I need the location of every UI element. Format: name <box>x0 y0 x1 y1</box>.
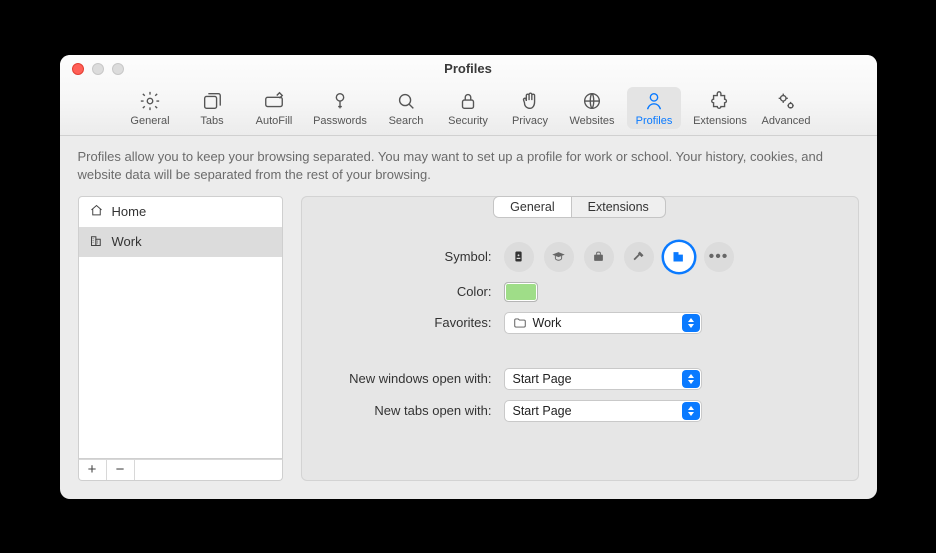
toolbar-advanced[interactable]: Advanced <box>759 87 813 129</box>
chevron-updown-icon <box>682 402 700 420</box>
toolbar-label: Passwords <box>313 115 367 127</box>
new-windows-value: Start Page <box>513 372 572 386</box>
toolbar-label: AutoFill <box>256 115 293 127</box>
symbol-briefcase[interactable] <box>584 242 614 272</box>
symbol-more-button[interactable]: ••• <box>704 242 734 272</box>
preferences-toolbar: General Tabs AutoFill Passwords <box>60 83 877 135</box>
toolbar-label: Tabs <box>200 115 223 127</box>
folder-icon <box>513 316 527 330</box>
hand-icon <box>518 89 542 113</box>
toolbar-tabs[interactable]: Tabs <box>185 87 239 129</box>
puzzle-icon <box>708 89 732 113</box>
new-tabs-select[interactable]: Start Page <box>504 400 702 422</box>
house-icon <box>89 203 104 221</box>
toolbar-search[interactable]: Search <box>379 87 433 129</box>
profile-row-work[interactable]: Work <box>79 227 282 257</box>
tab-general[interactable]: General <box>494 197 570 217</box>
window-title: Profiles <box>60 61 877 76</box>
profile-form: Symbol: <box>324 242 836 422</box>
globe-icon <box>580 89 604 113</box>
profiles-list-footer: + − <box>78 459 283 481</box>
settings-window: Profiles General Tabs AutoFill <box>60 55 877 499</box>
toolbar-label: Extensions <box>693 115 747 127</box>
toolbar-label: Websites <box>569 115 614 127</box>
profile-label: Work <box>112 234 142 249</box>
toolbar-profiles[interactable]: Profiles <box>627 87 681 129</box>
new-windows-select[interactable]: Start Page <box>504 368 702 390</box>
pencil-icon <box>262 89 286 113</box>
toolbar-extensions[interactable]: Extensions <box>689 87 751 129</box>
favorites-value: Work <box>533 316 562 330</box>
toolbar-privacy[interactable]: Privacy <box>503 87 557 129</box>
color-swatch[interactable] <box>504 282 538 302</box>
favorites-label: Favorites: <box>324 315 504 330</box>
symbol-buildings[interactable] <box>664 242 694 272</box>
description-text: Profiles allow you to keep your browsing… <box>78 148 859 184</box>
symbol-picker: ••• <box>504 242 836 272</box>
chevron-updown-icon <box>682 314 700 332</box>
remove-profile-button[interactable]: − <box>107 460 135 480</box>
profile-row-home[interactable]: Home <box>79 197 282 227</box>
buildings-icon <box>89 233 104 251</box>
symbol-hammer[interactable] <box>624 242 654 272</box>
toolbar-label: Security <box>448 115 488 127</box>
content-area: Profiles allow you to keep your browsing… <box>60 136 877 499</box>
toolbar-general[interactable]: General <box>123 87 177 129</box>
symbol-label: Symbol: <box>324 249 504 264</box>
tab-extensions[interactable]: Extensions <box>571 197 665 217</box>
toolbar-label: Profiles <box>636 115 673 127</box>
new-tabs-value: Start Page <box>513 404 572 418</box>
profiles-sidebar: Home Work + − <box>78 196 283 481</box>
color-label: Color: <box>324 284 504 299</box>
toolbar-autofill[interactable]: AutoFill <box>247 87 301 129</box>
symbol-graduation-cap[interactable] <box>544 242 574 272</box>
gears-icon <box>774 89 798 113</box>
lock-icon <box>456 89 480 113</box>
search-icon <box>394 89 418 113</box>
toolbar-label: Privacy <box>512 115 548 127</box>
symbol-id-badge[interactable] <box>504 242 534 272</box>
new-windows-label: New windows open with: <box>324 371 504 386</box>
favorites-select[interactable]: Work <box>504 312 702 334</box>
key-icon <box>328 89 352 113</box>
gear-icon <box>138 89 162 113</box>
new-tabs-label: New tabs open with: <box>324 403 504 418</box>
toolbar-label: Advanced <box>762 115 811 127</box>
toolbar-passwords[interactable]: Passwords <box>309 87 371 129</box>
profile-detail-panel: General Extensions Symbol: <box>301 196 859 481</box>
detail-tabs: General Extensions <box>493 196 666 218</box>
profiles-list: Home Work <box>78 196 283 459</box>
tabs-icon <box>200 89 224 113</box>
profile-label: Home <box>112 204 147 219</box>
toolbar-label: General <box>130 115 169 127</box>
toolbar-label: Search <box>389 115 424 127</box>
toolbar-websites[interactable]: Websites <box>565 87 619 129</box>
person-icon <box>642 89 666 113</box>
chevron-updown-icon <box>682 370 700 388</box>
toolbar-security[interactable]: Security <box>441 87 495 129</box>
add-profile-button[interactable]: + <box>79 460 107 480</box>
titlebar: Profiles General Tabs AutoFill <box>60 55 877 136</box>
